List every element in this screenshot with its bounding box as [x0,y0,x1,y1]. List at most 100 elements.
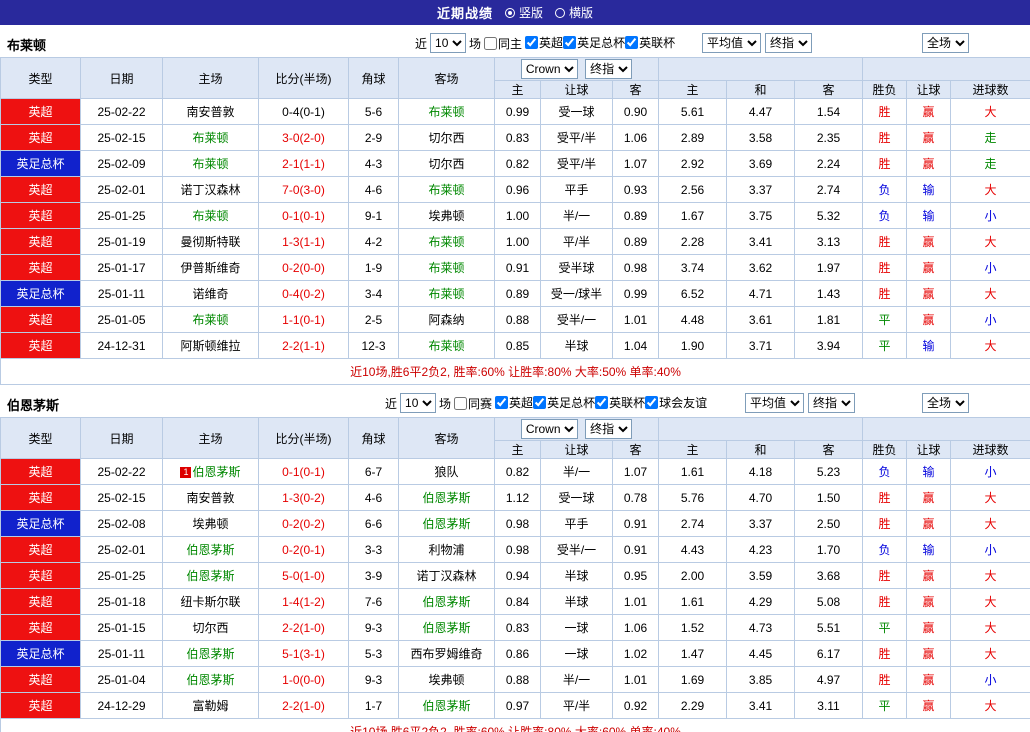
league-filter[interactable]: 英足总杯 [563,34,625,51]
score: 0-2(0-2) [258,510,349,537]
handicap-result: 输 [906,332,952,359]
match-date: 25-01-25 [80,562,163,589]
league-filter[interactable]: 英超 [525,34,563,51]
same-competition-filter[interactable]: 同赛 [454,395,492,412]
match-row: 英超 25-02-22 南安普敦 0-4(0-1) 5-6 布莱顿 0.99 受一球 0.90 5… [0,98,1030,125]
score: 0-4(0-2) [258,280,349,307]
league-label: 英足总杯 [577,36,626,50]
radio-unselected-icon[interactable] [555,7,565,18]
league-checkbox[interactable] [645,396,659,409]
league-label: 英超 [509,396,534,410]
avg-home: 1.69 [658,666,727,693]
recent-results-page: 近期战绩 竖版 横版 布莱顿 近 10 场 同主 英超 英足总杯 英联杯 平均值… [0,0,1030,732]
league-filter[interactable]: 英足总杯 [533,394,595,411]
summary-row: 近10场,胜6平2负2, 胜率:60% 让胜率:80% 大率:60% 单率:40… [0,718,1030,732]
odds-away: 0.93 [612,176,659,203]
odds-away: 0.78 [612,484,659,511]
score: 0-1(0-1) [258,458,349,485]
home-team: 切尔西 [162,614,259,641]
final-odds-select[interactable]: 终指 [765,33,812,53]
goals-result: 走 [950,150,1030,177]
avg-draw: 3.71 [726,332,795,359]
avg-draw: 3.58 [726,124,795,151]
match-row: 英超 25-02-01 伯恩茅斯 0-2(0-1) 3-3 利物浦 0.98 受半/一 0.91… [0,536,1030,563]
league-checkbox[interactable] [595,396,609,409]
avg-controls: 平均值 终指 [702,33,812,53]
avg-away: 1.81 [793,306,864,333]
filter-bar: 布莱顿 近 10 场 同主 英超 英足总杯 英联杯 平均值 终指 全场 [0,30,1030,57]
summary-text: 近10场,胜6平2负2, 胜率:60% 让胜率:80% 大率:50% 单率:40… [0,358,1030,385]
result: 胜 [862,588,908,615]
home-team: 伯恩茅斯 [162,666,259,693]
handicap: 半/一 [540,458,613,485]
summary-text: 近10场,胜6平2负2, 胜率:60% 让胜率:80% 大率:60% 单率:40… [0,718,1030,732]
odds-company-select[interactable]: Crown [520,59,578,79]
rank-badge: 1 [180,467,192,478]
league-type: 英足总杯 [0,640,81,667]
match-count-select[interactable]: 10 [430,33,467,53]
fulltime-select[interactable]: 全场 [922,393,969,413]
same-venue-checkbox[interactable] [484,36,498,50]
odds-company-select[interactable]: Crown [520,419,578,439]
avg-home: 6.52 [658,280,727,307]
handicap-result: 输 [906,536,952,563]
result: 平 [862,692,908,719]
league-checkbox[interactable] [495,396,509,409]
match-date: 25-02-22 [80,98,163,125]
league-checkbox[interactable] [625,36,639,49]
handicap: 受半/一 [540,306,613,333]
horizontal-layout-radio[interactable]: 横版 [555,4,593,21]
odds-home: 1.12 [494,484,541,511]
league-checkbox[interactable] [563,36,577,49]
corner-score: 3-3 [348,536,399,563]
goals-result: 大 [950,98,1030,125]
corner-score: 6-7 [348,458,399,485]
league-filter[interactable]: 球会友谊 [645,394,707,411]
league-filter[interactable]: 英超 [495,394,533,411]
match-count-select[interactable]: 10 [400,393,437,413]
same-venue-filter[interactable]: 同主 [484,35,522,52]
fulltime-select[interactable]: 全场 [922,33,969,53]
result: 胜 [862,484,908,511]
home-team: 曼彻斯特联 [162,228,259,255]
same-competition-checkbox[interactable] [454,396,468,410]
match-row: 英超 25-01-19 曼彻斯特联 1-3(1-1) 4-2 布莱顿 1.00 平/半 0.89… [0,228,1030,255]
match-row: 英超 25-01-04 伯恩茅斯 1-0(0-0) 9-3 埃弗顿 0.88 半/一 1.01 1… [0,666,1030,693]
match-date: 25-02-22 [80,458,163,485]
league-type: 英超 [0,588,81,615]
radio-selected-icon[interactable] [504,7,515,18]
avg-home: 2.56 [658,176,727,203]
corner-score: 9-3 [348,614,399,641]
col-date: 日期 [80,57,163,99]
final-odds-select[interactable]: 终指 [808,393,855,413]
corner-score: 2-5 [348,306,399,333]
odds-home: 0.83 [494,614,541,641]
avg-away: 1.97 [793,254,864,281]
score: 1-1(0-1) [258,306,349,333]
goals-result: 大 [950,280,1030,307]
league-checkbox[interactable] [525,36,539,49]
handicap: 平/半 [540,228,613,255]
average-select[interactable]: 平均值 [702,33,761,53]
horizontal-label: 横版 [569,6,594,20]
away-team: 阿森纳 [398,306,495,333]
average-select[interactable]: 平均值 [745,393,804,413]
vertical-layout-radio[interactable]: 竖版 [504,4,543,21]
league-filter[interactable]: 英联杯 [625,34,675,51]
match-date: 25-02-09 [80,150,163,177]
final-odds-select[interactable]: 终指 [585,59,633,79]
col-home: 主场 [162,57,259,99]
league-type: 英超 [0,228,81,255]
col-score: 比分(半场) [258,57,349,99]
avg-away: 4.97 [793,666,864,693]
odds-away: 1.01 [612,588,659,615]
final-odds-select[interactable]: 终指 [585,419,633,439]
league-filter[interactable]: 英联杯 [595,394,645,411]
league-type: 英超 [0,332,81,359]
goals-result: 大 [950,484,1030,511]
subcol-avg-away: 客 [793,80,864,99]
odds-away: 0.90 [612,98,659,125]
odds-away: 0.92 [612,692,659,719]
league-checkbox[interactable] [533,396,547,409]
handicap: 受半/一 [540,536,613,563]
